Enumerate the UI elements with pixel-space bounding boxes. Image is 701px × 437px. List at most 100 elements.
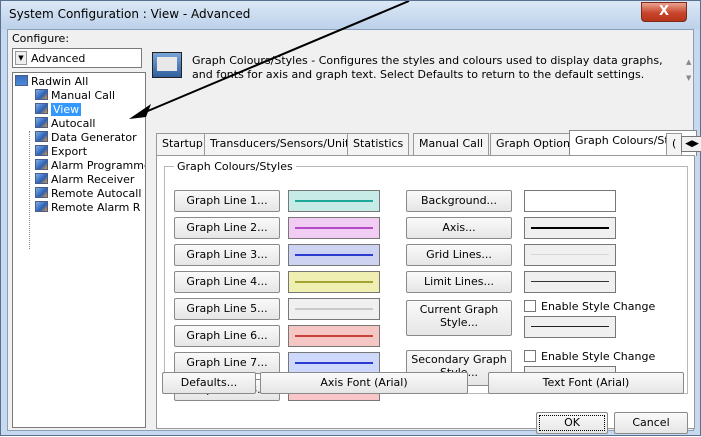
tree-item-label: Remote Alarm R [51, 201, 141, 214]
axis-font-button[interactable]: Axis Font (Arial) [260, 372, 468, 394]
enable-style-change-2-label: Enable Style Change [541, 350, 656, 363]
dialog-client-area: Configure: ▼ Advanced Radwin All Manual … [7, 29, 701, 434]
tab-manual-call[interactable]: Manual Call [413, 133, 490, 155]
computer-icon [15, 75, 28, 86]
tree-item-remote-autocall[interactable]: Remote Autocall [35, 187, 141, 201]
graph-line-1-swatch [288, 190, 380, 212]
enable-style-change-1-checkbox[interactable] [524, 300, 536, 312]
tree-item-autocall[interactable]: Autocall [35, 117, 95, 131]
tree-root[interactable]: Radwin All [15, 75, 88, 89]
swatch-line [295, 335, 373, 337]
alarm-programme-icon [35, 159, 48, 170]
swatch-line [295, 227, 373, 229]
cancel-button[interactable]: Cancel [614, 412, 688, 434]
graph-line-5-button[interactable]: Graph Line 5... [174, 298, 280, 320]
limit-lines-swatch [524, 271, 616, 293]
secondary-graph-style-line1: Secondary Graph [411, 353, 507, 366]
tree-item-view[interactable]: View [35, 103, 82, 117]
remote-autocall-icon [35, 187, 48, 198]
configure-mode-value: Advanced [31, 52, 86, 65]
tab-scroll-arrows[interactable]: ◀▶ [681, 136, 701, 152]
tab-overflow[interactable]: ( [666, 133, 683, 155]
enable-style-change-2-checkbox[interactable] [524, 350, 536, 362]
chevron-down-icon[interactable]: ▼ [15, 51, 27, 65]
configure-mode-select[interactable]: ▼ Advanced [12, 48, 142, 68]
tree-item-label: Export [51, 145, 88, 158]
tab-startup[interactable]: Startup [156, 133, 209, 155]
current-graph-style-swatch [524, 316, 616, 338]
limit-lines-button[interactable]: Limit Lines... [406, 271, 512, 293]
grid-lines-button[interactable]: Grid Lines... [406, 244, 512, 266]
window-title: System Configuration : View - Advanced [9, 7, 251, 21]
description-scrollbar[interactable]: ▲ ▼ [686, 54, 694, 86]
swatch-line [295, 254, 373, 256]
graph-line-6-button[interactable]: Graph Line 6... [174, 325, 280, 347]
text-font-button[interactable]: Text Font (Arial) [488, 372, 684, 394]
swatch-line [295, 281, 373, 283]
autocall-icon [35, 117, 48, 128]
title-bar: System Configuration : View - Advanced X [1, 1, 700, 29]
graph-line-3-button[interactable]: Graph Line 3... [174, 244, 280, 266]
defaults-button[interactable]: Defaults... [162, 372, 256, 394]
graph-line-2-button[interactable]: Graph Line 2... [174, 217, 280, 239]
configure-label: Configure: [12, 32, 70, 45]
alarm-receiver-icon [35, 173, 48, 184]
view-icon [35, 103, 48, 114]
tree-item-label: Autocall [51, 117, 96, 130]
tab-statistics[interactable]: Statistics [347, 133, 410, 155]
swatch-line [295, 308, 373, 310]
group-legend: Graph Colours/Styles [174, 160, 296, 173]
close-button[interactable]: X [641, 2, 687, 22]
current-graph-style-line1: Current Graph [419, 303, 499, 316]
section-description: Graph Colours/Styles - Configures the st… [192, 54, 663, 81]
graph-line-6-swatch [288, 325, 380, 347]
graph-line-7-button[interactable]: Graph Line 7... [174, 352, 280, 374]
swatch-line [531, 227, 609, 229]
enable-style-change-1[interactable]: Enable Style Change [524, 300, 655, 313]
configuration-tree[interactable]: Radwin All Manual Call View Autocall Dat… [12, 72, 146, 428]
swatch-line [295, 362, 373, 364]
axis-swatch [524, 217, 616, 239]
graph-line-1-button[interactable]: Graph Line 1... [174, 190, 280, 212]
graph-line-4-button[interactable]: Graph Line 4... [174, 271, 280, 293]
grid-lines-swatch [524, 244, 616, 266]
tab-graph-options[interactable]: Graph Options [490, 133, 582, 155]
tree-connector-line [29, 131, 30, 249]
graph-line-5-swatch [288, 298, 380, 320]
graph-line-2-swatch [288, 217, 380, 239]
tree-item-label: Alarm Programme [51, 159, 146, 172]
tree-item-export[interactable]: Export [35, 145, 87, 159]
graph-settings-icon [152, 52, 182, 78]
enable-style-change-1-label: Enable Style Change [541, 300, 656, 313]
current-graph-style-line2: Style... [439, 316, 479, 329]
ok-button[interactable]: OK [536, 412, 608, 434]
graph-line-3-swatch [288, 244, 380, 266]
current-graph-style-button[interactable]: Current Graph Style... [406, 300, 512, 336]
tree-item-label: Manual Call [51, 89, 116, 102]
tree-item-label: Data Generator [51, 131, 137, 144]
graph-line-4-swatch [288, 271, 380, 293]
manual-call-icon [35, 89, 48, 100]
tree-root-label: Radwin All [31, 75, 89, 88]
swatch-line [295, 200, 373, 202]
tree-item-alarm-receiver[interactable]: Alarm Receiver [35, 173, 134, 187]
axis-button[interactable]: Axis... [406, 217, 512, 239]
tab-transducers[interactable]: Transducers/Sensors/Units [204, 133, 362, 155]
tree-item-manual-call[interactable]: Manual Call [35, 89, 115, 103]
background-button[interactable]: Background... [406, 190, 512, 212]
data-generator-icon [35, 131, 48, 142]
graph-line-7-swatch [288, 352, 380, 374]
background-swatch [524, 190, 616, 212]
tree-item-label: Remote Autocall [51, 187, 142, 200]
swatch-line [531, 254, 609, 255]
system-configuration-window: System Configuration : View - Advanced X… [0, 0, 701, 436]
remote-alarm-icon [35, 201, 48, 212]
tree-item-alarm-programme[interactable]: Alarm Programme [35, 159, 146, 173]
tree-item-label: Alarm Receiver [51, 173, 135, 186]
enable-style-change-2[interactable]: Enable Style Change [524, 350, 655, 363]
tree-item-data-generator[interactable]: Data Generator [35, 131, 137, 145]
swatch-line [531, 281, 609, 282]
export-icon [35, 145, 48, 156]
tree-item-label: View [51, 103, 82, 116]
tree-item-remote-alarm[interactable]: Remote Alarm R [35, 201, 140, 215]
